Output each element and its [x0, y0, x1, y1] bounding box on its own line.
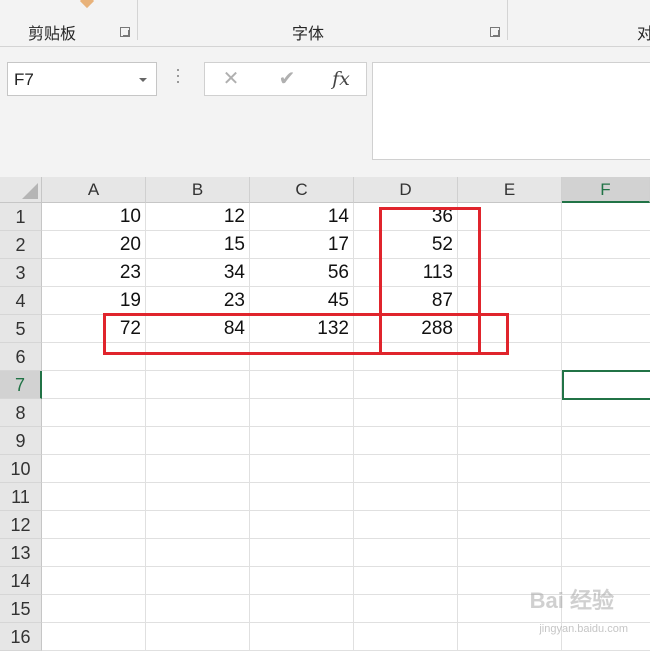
row-header-5[interactable]: 5: [0, 315, 42, 343]
cell-b3[interactable]: 34: [146, 259, 250, 287]
row-header-1[interactable]: 1: [0, 203, 42, 231]
dialog-launcher-icon[interactable]: [120, 27, 130, 37]
formula-bar-area: F7 ✕ ✔ fx: [0, 47, 650, 177]
row-header-2[interactable]: 2: [0, 231, 42, 259]
column-header-e[interactable]: E: [458, 177, 562, 203]
ribbon-group-font: 字体: [138, 0, 507, 46]
column-header-d[interactable]: D: [354, 177, 458, 203]
cell-b4[interactable]: 23: [146, 287, 250, 315]
cell-a3[interactable]: 23: [42, 259, 146, 287]
name-box[interactable]: F7: [7, 62, 157, 96]
ribbon: 剪贴板 字体 对: [0, 0, 650, 47]
ribbon-group-alignment: 对: [508, 0, 650, 46]
cell-c1[interactable]: 14: [250, 203, 354, 231]
dialog-launcher-icon[interactable]: [490, 27, 500, 37]
gridline: [42, 566, 650, 567]
formula-buttons: ✕ ✔ fx: [204, 62, 367, 96]
column-header-b[interactable]: B: [146, 177, 250, 203]
column-header-a[interactable]: A: [42, 177, 146, 203]
gridline: [42, 482, 650, 483]
drag-handle-icon[interactable]: [177, 69, 180, 87]
row-header-9[interactable]: 9: [0, 427, 42, 455]
cell-a2[interactable]: 20: [42, 231, 146, 259]
insert-function-button[interactable]: fx: [321, 63, 361, 95]
active-cell-outline[interactable]: [562, 370, 650, 400]
watermark: Bai 经验: [529, 588, 614, 613]
group-label-alignment: 对: [637, 26, 650, 43]
cell-a4[interactable]: 19: [42, 287, 146, 315]
name-box-value: F7: [14, 70, 34, 89]
gridline: [42, 510, 650, 511]
gridline: [42, 538, 650, 539]
row-header-4[interactable]: 4: [0, 287, 42, 315]
cell-c4[interactable]: 45: [250, 287, 354, 315]
gridline: [42, 426, 650, 427]
column-header-f[interactable]: F: [562, 177, 650, 203]
select-all-button[interactable]: [0, 177, 42, 203]
cell-c3[interactable]: 56: [250, 259, 354, 287]
gridline: [42, 454, 650, 455]
gridline: [42, 398, 650, 399]
watermark-url: jingyan.baidu.com: [539, 623, 628, 635]
row-header-13[interactable]: 13: [0, 539, 42, 567]
row-header-10[interactable]: 10: [0, 455, 42, 483]
enter-icon[interactable]: ✔: [267, 63, 307, 95]
cell-b1[interactable]: 12: [146, 203, 250, 231]
column-header-c[interactable]: C: [250, 177, 354, 203]
cell-b2[interactable]: 15: [146, 231, 250, 259]
formula-input[interactable]: [372, 62, 650, 160]
row-header-6[interactable]: 6: [0, 343, 42, 371]
cell-c2[interactable]: 17: [250, 231, 354, 259]
cancel-icon[interactable]: ✕: [211, 63, 251, 95]
ribbon-group-clipboard: 剪贴板: [0, 0, 137, 46]
highlight-total-cell-box: [379, 313, 481, 355]
row-header-11[interactable]: 11: [0, 483, 42, 511]
spreadsheet-grid[interactable]: A B C D E F 1 2 3 4 5 6 7 8 9 10 11 12 13 14 15 16 10 12 14 36 20 1…: [0, 177, 650, 651]
gridline: [42, 370, 650, 371]
row-header-14[interactable]: 14: [0, 567, 42, 595]
row-header-7[interactable]: 7: [0, 371, 42, 399]
cell-a1[interactable]: 10: [42, 203, 146, 231]
chevron-down-icon[interactable]: [139, 78, 147, 82]
row-header-15[interactable]: 15: [0, 595, 42, 623]
row-header-16[interactable]: 16: [0, 623, 42, 651]
group-label-clipboard: 剪贴板: [28, 26, 77, 43]
group-label-font: 字体: [292, 26, 325, 43]
row-header-8[interactable]: 8: [0, 399, 42, 427]
row-header-3[interactable]: 3: [0, 259, 42, 287]
row-header-12[interactable]: 12: [0, 511, 42, 539]
